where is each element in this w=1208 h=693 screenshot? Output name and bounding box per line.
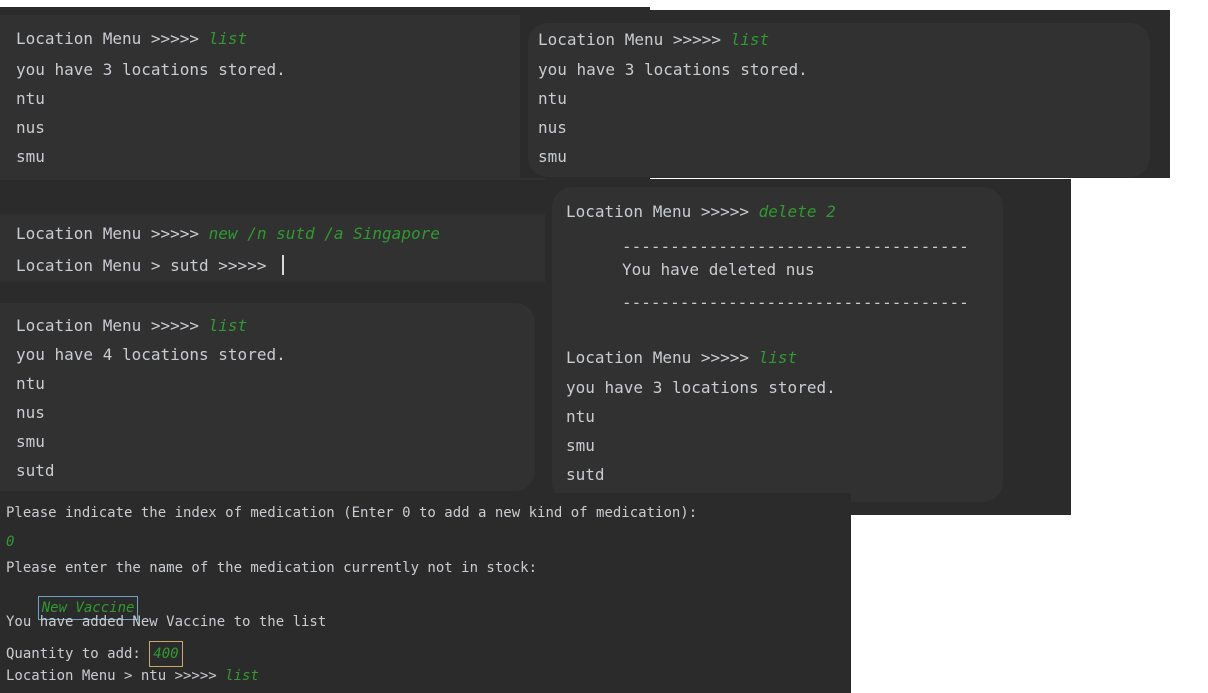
output-line: You have added New Vaccine to the list [6,614,327,630]
quantity-label: Quantity to add: [6,646,150,662]
panel-inner [552,187,1003,502]
output-line: smu [16,432,45,451]
terminal-panel-new-location: Location Menu >>>>> new /n sutd /a Singa… [0,214,545,282]
output-line: you have 3 locations stored. [538,60,808,79]
command-text: new /n sutd /a Singapore [208,224,440,243]
prompt-text: Location Menu >>>>> [16,29,209,48]
command-text: list [225,668,259,684]
output-line: you have 3 locations stored. [566,378,836,397]
divider-line: ------------------------------------ [622,237,969,256]
command-text: list [758,348,798,367]
terminal-panel-delete: Location Menu >>>>> delete 2 -----------… [547,179,1071,515]
prompt-text: Location Menu >>>>> [16,316,209,335]
output-line: Please indicate the index of medication … [6,505,698,521]
terminal-panel-medication: Please indicate the index of medication … [0,493,851,693]
text-cursor [282,255,285,275]
prompt-line: Location Menu >>>>> list [566,350,797,366]
output-line: ntu [566,407,595,426]
terminal-panel-list-four: Location Menu >>>>> list you have 4 loca… [0,303,535,491]
output-line: nus [538,118,567,137]
output-line: nus [16,403,45,422]
command-text: list [730,30,770,49]
output-line: you have 4 locations stored. [16,345,286,364]
command-text: list [208,316,248,335]
quantity-line: Quantity to add: 400 [6,641,183,667]
prompt-line: Location Menu >>>>> delete 2 [566,204,836,220]
output-line: Please enter the name of the medication … [6,560,538,576]
quantity-input[interactable]: 400 [149,641,183,667]
output-line: ntu [538,89,567,108]
prompt-text: Location Menu >>>>> [16,224,209,243]
message-text: You have deleted nus [622,260,815,279]
prompt-text: Location Menu >>>>> [566,348,759,367]
prompt-line: Location Menu >>>>> list [16,31,247,47]
terminal-panel-list-top-right: Location Menu >>>>> list you have 3 loca… [520,10,1170,178]
output-line: nus [16,118,45,137]
output-line: ntu [16,89,45,108]
divider-line: ------------------------------------ [622,293,969,312]
prompt-text: Location Menu > ntu >>>>> [6,668,226,684]
output-line: smu [16,147,45,166]
output-line: ntu [16,374,45,393]
prompt-text: Location Menu > sutd >>>>> [16,256,277,275]
prompt-line[interactable]: Location Menu > sutd >>>>> [16,255,285,275]
prompt-line: Location Menu >>>>> list [538,32,769,48]
prompt-text: Location Menu >>>>> [566,202,759,221]
prompt-line: Location Menu > ntu >>>>> list [6,669,259,683]
output-line: smu [566,436,595,455]
output-line: smu [538,147,567,166]
prompt-line: Location Menu >>>>> list [16,318,247,334]
command-text: delete 2 [758,202,836,221]
output-line: sutd [566,465,605,484]
user-input-index[interactable]: 0 [6,535,14,549]
prompt-text: Location Menu >>>>> [538,30,731,49]
output-line: sutd [16,461,55,480]
command-text: list [208,29,248,48]
prompt-line: Location Menu >>>>> new /n sutd /a Singa… [16,226,440,242]
output-line: you have 3 locations stored. [16,60,286,79]
